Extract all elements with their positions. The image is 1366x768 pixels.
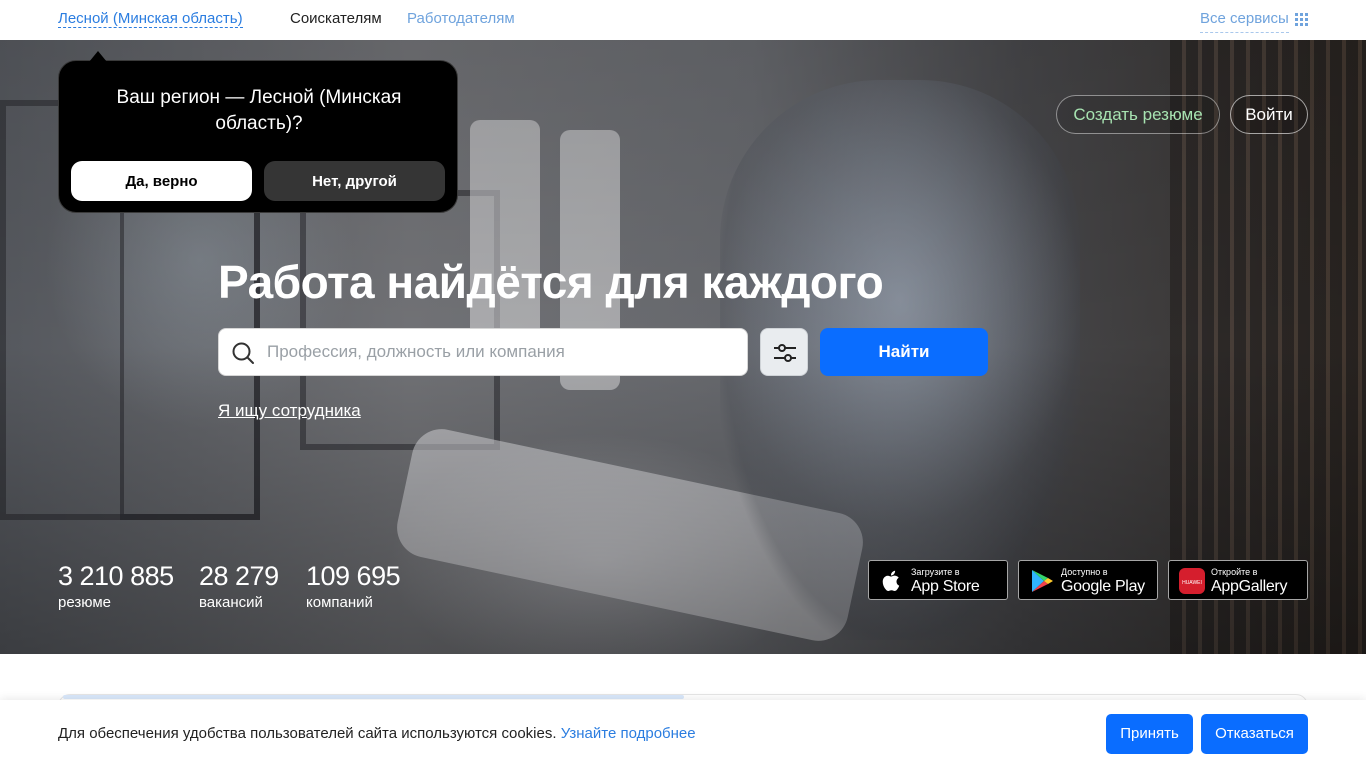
store-caption: Откройте в bbox=[1211, 567, 1258, 577]
sliders-icon bbox=[774, 344, 796, 362]
cookie-accept-button[interactable]: Принять bbox=[1106, 714, 1193, 754]
stat-label: вакансий bbox=[199, 594, 263, 611]
all-services-link[interactable]: Все сервисы bbox=[1200, 11, 1289, 33]
search-box bbox=[218, 328, 748, 376]
stat-label: резюме bbox=[58, 594, 111, 611]
google-play-badge[interactable]: Доступно в Google Play bbox=[1018, 560, 1158, 600]
nav-employers[interactable]: Работодателям bbox=[407, 11, 515, 27]
cookie-bar: Для обеспечения удобства пользователей с… bbox=[0, 700, 1366, 768]
stat-value: 109 695 bbox=[306, 561, 401, 591]
nav-jobseekers[interactable]: Соискателям bbox=[290, 11, 382, 27]
create-resume-button[interactable]: Создать резюме bbox=[1056, 95, 1220, 134]
region-confirm-button[interactable]: Да, верно bbox=[71, 161, 252, 201]
google-play-icon bbox=[1032, 570, 1053, 592]
stat-companies: 109 695 компаний bbox=[306, 560, 401, 614]
store-name: App Store bbox=[911, 578, 980, 595]
hero-headline: Работа найдётся для каждого bbox=[218, 256, 884, 308]
stat-vacancies: 28 279 вакансий bbox=[199, 560, 279, 614]
top-bar: Лесной (Минская область) Соискателям Раб… bbox=[0, 0, 1366, 40]
store-name: AppGallery bbox=[1211, 578, 1288, 595]
stat-value: 3 210 885 bbox=[58, 561, 174, 591]
app-gallery-badge[interactable]: HUAWEI Откройте в AppGallery bbox=[1168, 560, 1308, 600]
store-caption: Доступно в bbox=[1061, 567, 1108, 577]
filter-button[interactable] bbox=[760, 328, 808, 376]
stat-value: 28 279 bbox=[199, 561, 279, 591]
store-name: Google Play bbox=[1061, 578, 1145, 595]
cookie-message: Для обеспечения удобства пользователей с… bbox=[58, 725, 557, 742]
region-change-button[interactable]: Нет, другой bbox=[264, 161, 445, 201]
stat-resumes: 3 210 885 резюме bbox=[58, 560, 174, 614]
grid-icon[interactable] bbox=[1295, 13, 1308, 26]
region-link[interactable]: Лесной (Минская область) bbox=[58, 11, 243, 28]
huawei-icon-text: HUAWEI bbox=[1182, 580, 1202, 586]
cookie-decline-button[interactable]: Отказаться bbox=[1201, 714, 1308, 754]
cookie-more-link[interactable]: Узнайте подробнее bbox=[561, 725, 696, 742]
search-input[interactable] bbox=[267, 329, 737, 375]
content-progress bbox=[63, 695, 684, 699]
search-icon bbox=[232, 342, 254, 364]
region-popup: Ваш регион — Лесной (Минская область)? Д… bbox=[58, 51, 458, 213]
app-store-badge[interactable]: Загрузите в App Store bbox=[868, 560, 1008, 600]
employer-link[interactable]: Я ищу сотрудника bbox=[218, 401, 361, 421]
stat-label: компаний bbox=[306, 594, 373, 611]
apple-icon bbox=[882, 570, 900, 591]
region-question: Ваш регион — Лесной (Минская область)? bbox=[116, 87, 402, 134]
login-button[interactable]: Войти bbox=[1230, 95, 1308, 134]
huawei-icon: HUAWEI bbox=[1179, 568, 1205, 594]
cookie-text: Для обеспечения удобства пользователей с… bbox=[58, 724, 696, 744]
find-button[interactable]: Найти bbox=[820, 328, 988, 376]
store-caption: Загрузите в bbox=[911, 567, 960, 577]
